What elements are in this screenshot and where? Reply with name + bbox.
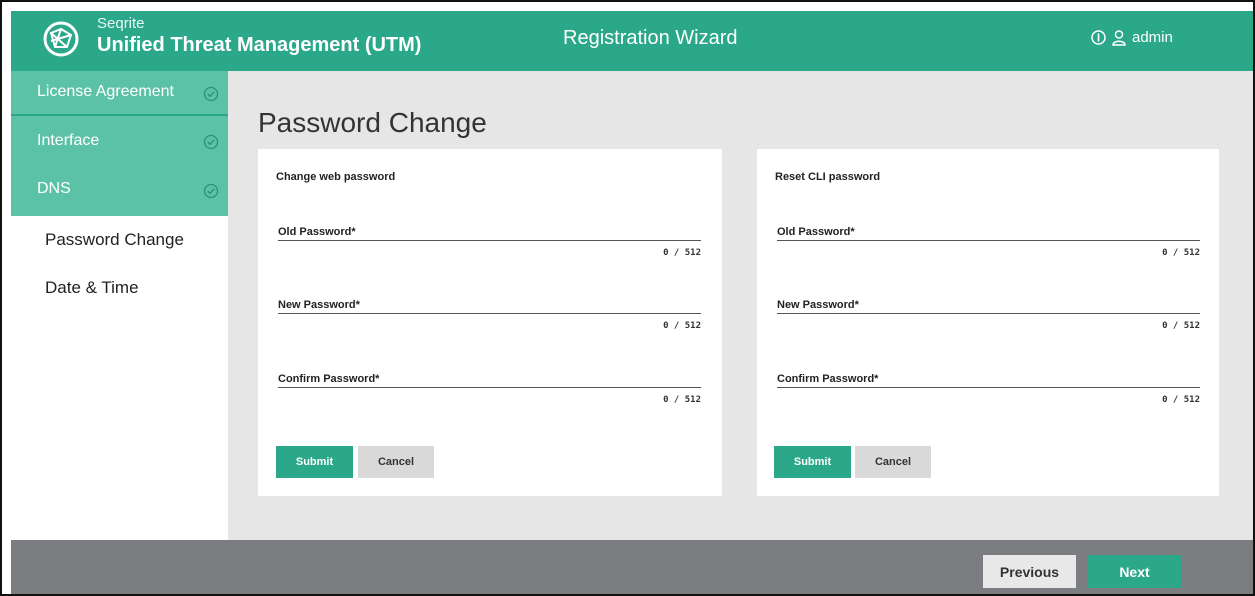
field-underline — [278, 387, 701, 388]
cli-password-card: Reset CLI password Old Password* 0 / 512… — [757, 149, 1219, 496]
submit-button[interactable]: Submit — [774, 446, 851, 478]
cancel-button[interactable]: Cancel — [855, 446, 931, 478]
sidebar-item-label: Date & Time — [45, 278, 139, 297]
user-name[interactable]: admin — [1132, 29, 1173, 46]
sidebar-item-interface[interactable]: Interface — [11, 116, 228, 166]
old-password-field[interactable]: Old Password* 0 / 512 — [278, 226, 701, 258]
seqrite-logo-icon — [43, 21, 79, 57]
new-password-field[interactable]: New Password* 0 / 512 — [777, 299, 1200, 331]
field-underline — [278, 240, 701, 241]
sidebar-item-date-time[interactable]: Date & Time — [11, 266, 228, 310]
card-title: Reset CLI password — [775, 171, 881, 183]
product-name: Unified Threat Management (UTM) — [97, 34, 422, 56]
submit-button[interactable]: Submit — [276, 446, 353, 478]
wizard-steps-sidebar: License Agreement Interface DNS Password… — [11, 71, 228, 540]
check-circle-icon — [203, 183, 219, 199]
sidebar-item-label: DNS — [37, 180, 71, 197]
confirm-password-field[interactable]: Confirm Password* 0 / 512 — [777, 373, 1200, 405]
field-underline — [777, 313, 1200, 314]
sidebar-item-label: License Agreement — [37, 83, 174, 100]
cancel-button[interactable]: Cancel — [358, 446, 434, 478]
card-title: Change web password — [276, 171, 396, 183]
next-button[interactable]: Next — [1088, 555, 1181, 588]
field-underline — [777, 240, 1200, 241]
sidebar-item-dns[interactable]: DNS — [11, 166, 228, 216]
sidebar-item-label: Interface — [37, 132, 100, 149]
char-counter: 0 / 512 — [663, 395, 701, 405]
wizard-title: Registration Wizard — [563, 27, 738, 49]
wizard-footer: Previous Next — [11, 540, 1253, 594]
info-icon[interactable] — [1091, 30, 1106, 45]
old-password-field[interactable]: Old Password* 0 / 512 — [777, 226, 1200, 258]
char-counter: 0 / 512 — [663, 248, 701, 258]
page-title: Password Change — [258, 107, 487, 138]
new-password-field[interactable]: New Password* 0 / 512 — [278, 299, 701, 331]
sidebar-item-license-agreement[interactable]: License Agreement — [11, 71, 228, 115]
previous-button[interactable]: Previous — [983, 555, 1076, 588]
check-circle-icon — [203, 86, 219, 102]
check-circle-icon — [203, 134, 219, 150]
char-counter: 0 / 512 — [1162, 248, 1200, 258]
top-header: Seqrite Unified Threat Management (UTM) … — [11, 11, 1253, 71]
sidebar-item-label: Password Change — [45, 230, 184, 249]
user-icon[interactable] — [1112, 29, 1126, 46]
char-counter: 0 / 512 — [1162, 321, 1200, 331]
field-underline — [278, 313, 701, 314]
brand-name: Seqrite — [97, 15, 145, 32]
char-counter: 0 / 512 — [1162, 395, 1200, 405]
field-underline — [777, 387, 1200, 388]
sidebar-item-password-change[interactable]: Password Change — [11, 216, 228, 266]
char-counter: 0 / 512 — [663, 321, 701, 331]
web-password-card: Change web password Old Password* 0 / 51… — [258, 149, 722, 496]
user-menu[interactable]: admin — [1091, 29, 1173, 46]
confirm-password-field[interactable]: Confirm Password* 0 / 512 — [278, 373, 701, 405]
main-content: Password Change Change web password Old … — [228, 71, 1253, 540]
app-window: Seqrite Unified Threat Management (UTM) … — [0, 0, 1255, 596]
